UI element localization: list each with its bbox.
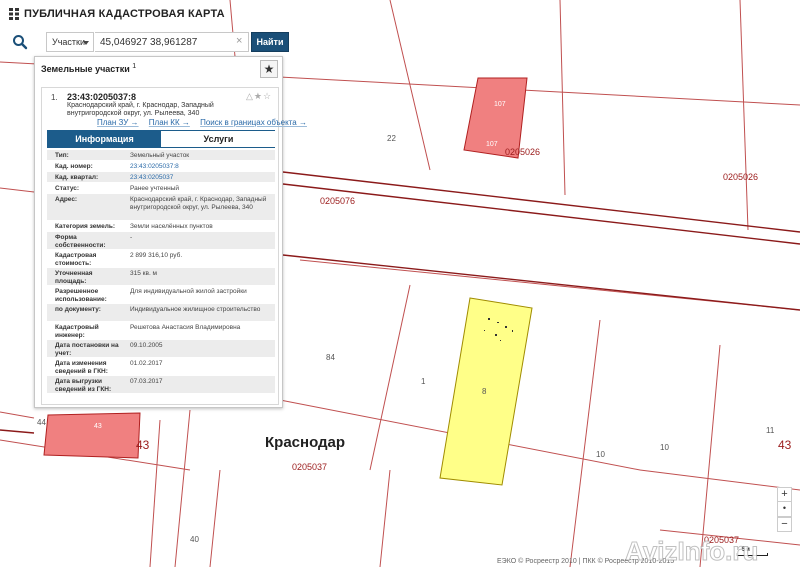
parcels-panel: Земельные участки 1 ★ 1. 23:43:0205037:8… (34, 56, 307, 408)
city-label: Краснодар (265, 434, 346, 451)
quarter-label: 0205026 (505, 147, 541, 157)
info-value: 07.03.2017 (130, 378, 163, 385)
info-row-registered-date: Дата постановки на учет: 09.10.2005 (47, 340, 275, 358)
info-key: Дата изменения сведений в ГКН: (55, 360, 108, 375)
info-value: 315 кв. м (130, 270, 158, 277)
info-row-cad-value: Кадастровая стоимость: 2 899 316,10 руб. (47, 250, 275, 268)
cadastral-number[interactable]: 23:43:0205037:8 (67, 92, 136, 102)
info-key: Форма собственности: (55, 234, 106, 249)
parcel-number-label: 84 (326, 353, 335, 362)
search-type-select[interactable]: Участки (46, 32, 94, 52)
info-key: Тип: (55, 152, 69, 159)
info-value: 01.02.2017 (130, 360, 163, 367)
info-value: Решетова Анастасия Владимировна (130, 324, 241, 331)
clear-icon[interactable]: × (236, 36, 242, 47)
info-key: Кад. номер: (55, 163, 93, 170)
quarter-number-label: 43 (778, 438, 792, 452)
result-card: 1. 23:43:0205037:8 △★☆ Краснодарский кра… (41, 87, 307, 405)
info-row-area: Уточненная площадь: 315 кв. м (47, 268, 275, 286)
link-quarter-plan[interactable]: План КК → (149, 118, 190, 127)
search-bar: Участки × Найти (9, 31, 289, 53)
info-key: Кад. квартал: (55, 174, 99, 181)
quarter-label: 0205076 (320, 196, 356, 206)
info-value: - (130, 234, 133, 241)
building-number-label: 107 (486, 141, 498, 148)
info-value: Ранее учтенный (130, 185, 179, 192)
info-value: 09.10.2005 (130, 342, 163, 349)
info-value-link[interactable]: 23:43:0205037 (130, 174, 270, 182)
info-key: Кадастровый инженер: (55, 324, 99, 339)
info-value: Земельный участок (130, 152, 190, 159)
parcel-number-label: 11 (766, 426, 775, 435)
info-value: Краснодарский край, г. Краснодар, Западн… (130, 196, 267, 211)
result-action-icons[interactable]: △★☆ (246, 91, 272, 102)
zoom-in-button[interactable]: + (777, 487, 792, 502)
search-type-value: Участки (52, 37, 85, 47)
info-value: Для индивидуальной жилой застройки (130, 288, 247, 295)
info-row-cad-quarter: Кад. квартал: 23:43:0205037 (47, 172, 275, 183)
search-icon[interactable] (11, 33, 29, 51)
info-key: Кадастровая стоимость: (55, 252, 97, 267)
info-row-address: Адрес: Краснодарский край, г. Краснодар,… (47, 194, 275, 221)
watermark: AvizInfo.ru (624, 536, 759, 567)
info-value: Земли населённых пунктов (130, 223, 213, 230)
info-value: Индивидуальное жилищное строительство (130, 306, 261, 313)
tab-services[interactable]: Услуги (162, 131, 275, 147)
zoom-level-handle[interactable]: • (777, 502, 792, 517)
info-value: 2 899 316,10 руб. (130, 252, 183, 259)
info-key: Разрешенное использование: (55, 288, 107, 303)
info-row-export-date: Дата выгрузки сведений из ГКН: 07.03.201… (47, 376, 275, 394)
app-header: ПУБЛИЧНАЯ КАДАСТРОВАЯ КАРТА (0, 0, 800, 28)
search-input[interactable] (95, 32, 249, 52)
info-key: Адрес: (55, 196, 78, 203)
info-row-status: Статус: Ранее учтенный (47, 183, 275, 194)
result-address: Краснодарский край, г. Краснодар, Западн… (67, 102, 214, 117)
quarter-number-label: 43 (136, 438, 150, 452)
info-row-permitted-use: Разрешенное использование: Для индивидуа… (47, 286, 275, 304)
info-tabs: Информация Услуги (47, 130, 275, 148)
info-key: Статус: (55, 185, 80, 192)
tab-information[interactable]: Информация (48, 131, 161, 147)
favorite-star-button[interactable]: ★ (260, 60, 278, 78)
building-shape (43, 412, 141, 459)
quarter-label: 0205026 (723, 172, 759, 182)
info-row-ownership: Форма собственности: - (47, 232, 275, 250)
info-row-engineer: Кадастровый инженер: Решетова Анастасия … (47, 322, 275, 340)
link-search-in-bounds[interactable]: Поиск в границах объекта → (200, 118, 307, 127)
app-title: ПУБЛИЧНАЯ КАДАСТРОВАЯ КАРТА (24, 8, 225, 20)
panel-header: Земельные участки 1 ★ (35, 57, 284, 85)
parcel-number-label: 10 (660, 443, 669, 452)
building-number-label: 43 (94, 423, 102, 430)
parcel-number-label: 22 (387, 134, 396, 143)
parcel-number-label: 8 (482, 387, 487, 396)
info-key: Категория земель: (55, 223, 116, 230)
panel-count: 1 (132, 63, 137, 70)
search-button[interactable]: Найти (251, 32, 289, 52)
building-number-label: 107 (494, 101, 506, 108)
result-number: 1. (51, 93, 58, 102)
parcel-number-label: 40 (190, 535, 199, 544)
quarter-label: 0205037 (292, 462, 328, 472)
info-row-land-category: Категория земель: Земли населённых пункт… (47, 221, 275, 232)
result-links: План ЗУ → План КК → Поиск в границах объ… (97, 118, 307, 127)
info-value-link[interactable]: 23:43:0205037:8 (130, 163, 270, 171)
info-key: Дата постановки на учет: (55, 342, 119, 357)
cadastre-logo-icon[interactable] (9, 8, 19, 20)
info-row-cad-number: Кад. номер: 23:43:0205037:8 (47, 161, 275, 172)
info-key: по документу: (55, 306, 101, 313)
panel-title: Земельные участки 1 (41, 63, 136, 74)
link-parcel-plan[interactable]: План ЗУ → (97, 118, 139, 127)
zoom-out-button[interactable]: − (777, 517, 792, 532)
info-key: Дата выгрузки сведений из ГКН: (55, 378, 112, 393)
info-row-type: Тип: Земельный участок (47, 150, 275, 161)
parcel-number-label: 44 (37, 418, 46, 427)
chevron-down-icon (83, 41, 89, 45)
parcel-number-label: 1 (421, 377, 426, 386)
info-key: Уточненная площадь: (55, 270, 93, 285)
panel-title-text: Земельные участки (41, 64, 130, 74)
info-row-changed-date: Дата изменения сведений в ГКН: 01.02.201… (47, 358, 275, 376)
parcel-number-label: 10 (596, 450, 605, 459)
info-row-use-by-document: по документу: Индивидуальное жилищное ст… (47, 304, 275, 322)
info-table: Тип: Земельный участок Кад. номер: 23:43… (47, 150, 275, 394)
